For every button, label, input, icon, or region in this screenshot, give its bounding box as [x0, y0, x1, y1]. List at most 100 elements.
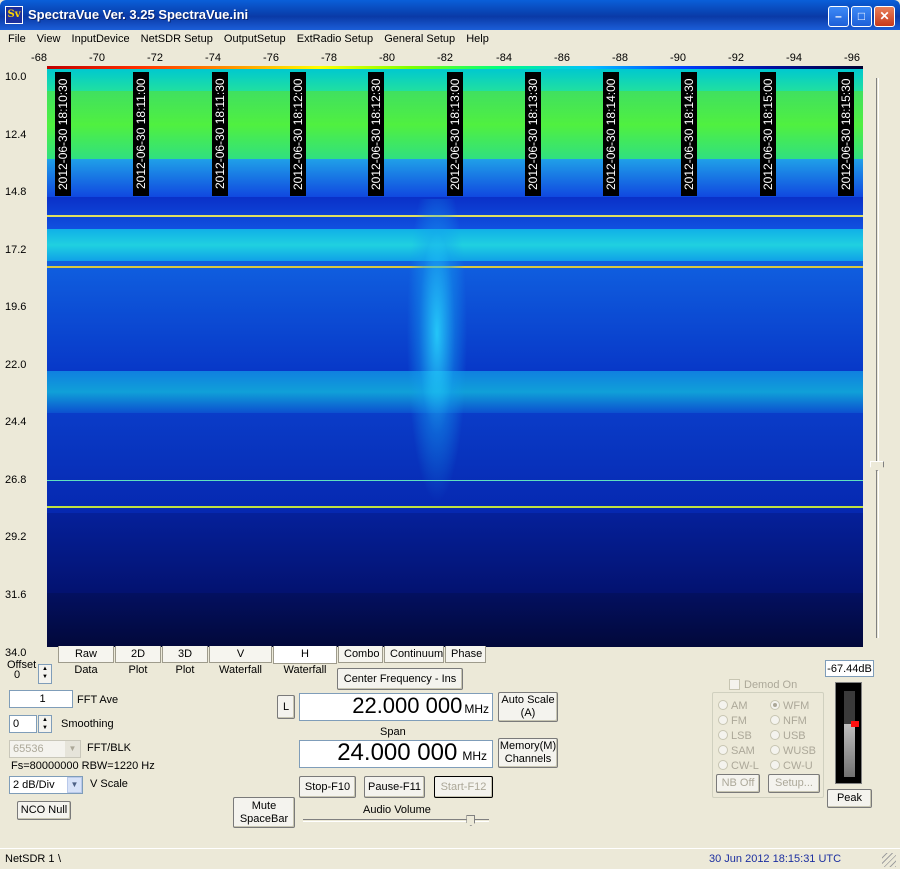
- timestamp-label: 2012-06-30 18:11:00: [133, 72, 150, 196]
- radio-am[interactable]: AM: [718, 700, 748, 712]
- meter-peak-marker: [851, 720, 859, 727]
- radio-nfm[interactable]: NFM: [770, 715, 807, 727]
- span-label: Span: [380, 726, 406, 738]
- radio-label: SAM: [731, 745, 755, 757]
- timestamp-label: 2012-06-30 18:12:30: [368, 72, 385, 196]
- tab-3d-plot[interactable]: 3D Plot: [162, 646, 208, 676]
- time-tick-label: 10.0: [5, 71, 27, 83]
- time-tick-label: 29.2: [5, 531, 27, 543]
- l-button[interactable]: L: [277, 695, 295, 719]
- radio-cw-l[interactable]: CW-L: [718, 760, 759, 772]
- center-frequency-display[interactable]: 22.000 000 MHz: [299, 693, 493, 721]
- menu-bar: File View InputDevice NetSDR Setup Outpu…: [0, 30, 900, 50]
- freq-tick-label: -88: [612, 52, 628, 64]
- signal-meter: [835, 682, 862, 784]
- fft-ave-field[interactable]: 1: [9, 690, 73, 708]
- menu-outputsetup[interactable]: OutputSetup: [224, 30, 286, 49]
- tab-raw-data[interactable]: Raw Data: [58, 646, 114, 676]
- freq-tick-label: -78: [321, 52, 337, 64]
- status-device: NetSDR 1: [5, 853, 55, 865]
- maximize-button[interactable]: □: [851, 6, 872, 27]
- waterfall-display[interactable]: 2012-06-30 18:10:30 2012-06-30 18:11:00 20…: [47, 69, 863, 647]
- smoothing-spinner[interactable]: ▲ ▼: [38, 715, 52, 733]
- radio-label: NFM: [783, 715, 807, 727]
- mute-button[interactable]: Mute SpaceBar: [233, 797, 295, 828]
- demod-on-checkbox[interactable]: [729, 679, 740, 690]
- radio-label: LSB: [731, 730, 752, 742]
- minimize-button[interactable]: –: [828, 6, 849, 27]
- span-display[interactable]: 24.000 000 MHz: [299, 740, 493, 768]
- nb-off-button[interactable]: NB Off: [716, 774, 760, 793]
- pause-button[interactable]: Pause-F11: [364, 776, 425, 798]
- level-slider[interactable]: [870, 78, 884, 638]
- radio-circle-icon: [718, 730, 728, 740]
- center-frequency-value: 22.000 000: [352, 693, 463, 718]
- freq-tick-label: -68: [31, 52, 47, 64]
- vscale-label: V Scale: [90, 778, 128, 790]
- menu-extradio-setup[interactable]: ExtRadio Setup: [297, 30, 373, 49]
- smoothing-field[interactable]: 0: [9, 715, 37, 733]
- meter-track: [844, 691, 855, 777]
- peak-button[interactable]: Peak: [827, 789, 872, 808]
- timestamp-label: 2012-06-30 18:12:00: [289, 72, 306, 196]
- radio-wfm[interactable]: WFM: [770, 700, 809, 712]
- radio-label: AM: [731, 700, 748, 712]
- freq-tick-label: -96: [844, 52, 860, 64]
- radio-circle-icon: [718, 760, 728, 770]
- menu-help[interactable]: Help: [466, 30, 489, 49]
- time-tick-label: 14.8: [5, 186, 27, 198]
- demod-on-label: Demod On: [744, 679, 798, 691]
- time-tick-label: 22.0: [5, 358, 27, 371]
- menu-inputdevice[interactable]: InputDevice: [72, 30, 130, 49]
- fs-rbw-text: Fs=80000000 RBW=1220 Hz: [11, 760, 155, 772]
- time-tick-label: 34.0: [5, 647, 27, 659]
- center-frequency-unit: MHz: [464, 702, 489, 716]
- offset-spinner[interactable]: ▲ ▼: [38, 664, 52, 684]
- span-unit: MHz: [462, 749, 487, 763]
- tab-h-waterfall[interactable]: H Waterfall: [273, 646, 337, 676]
- radio-circle-icon: [770, 700, 780, 710]
- radio-sam[interactable]: SAM: [718, 745, 755, 757]
- radio-cw-u[interactable]: CW-U: [770, 760, 813, 772]
- stop-button[interactable]: Stop-F10: [299, 776, 356, 798]
- level-slider-thumb[interactable]: [870, 461, 884, 471]
- freq-tick-label: -82: [437, 52, 453, 64]
- time-tick-label: 26.8: [5, 473, 27, 486]
- freq-tick-label: -70: [89, 52, 105, 64]
- radio-lsb[interactable]: LSB: [718, 730, 752, 742]
- vscale-dropdown-icon[interactable]: ▼: [67, 777, 82, 793]
- fft-blk-dropdown-icon[interactable]: ▼: [65, 741, 80, 757]
- radio-usb[interactable]: USB: [770, 730, 806, 742]
- tab-v-waterfall[interactable]: V Waterfall: [209, 646, 272, 676]
- tab-2d-plot[interactable]: 2D Plot: [115, 646, 161, 676]
- menu-view[interactable]: View: [37, 30, 61, 49]
- audio-volume-track[interactable]: [303, 819, 489, 822]
- menu-file[interactable]: File: [8, 30, 26, 49]
- radio-wusb[interactable]: WUSB: [770, 745, 816, 757]
- memory-channels-button[interactable]: Memory(M) Channels: [498, 738, 558, 768]
- tab-continuum[interactable]: Continuum: [384, 646, 444, 663]
- center-frequency-button[interactable]: Center Frequency - Ins: [337, 668, 463, 690]
- demod-setup-button[interactable]: Setup...: [768, 774, 820, 793]
- close-button[interactable]: ✕: [874, 6, 895, 27]
- freq-tick-label: -74: [205, 52, 221, 64]
- menu-general-setup[interactable]: General Setup: [384, 30, 455, 49]
- resize-grip-icon[interactable]: [882, 853, 896, 867]
- radio-label: CW-L: [731, 760, 759, 772]
- timestamp-label: 2012-06-30 18:15:30: [838, 72, 854, 196]
- offset-value[interactable]: 0: [11, 669, 37, 683]
- radio-label: WUSB: [783, 745, 816, 757]
- nco-null-button[interactable]: NCO Null: [17, 801, 71, 820]
- tab-phase[interactable]: Phase: [445, 646, 486, 663]
- span-value: 24.000 000: [337, 739, 458, 766]
- radio-label: USB: [783, 730, 806, 742]
- app-icon[interactable]: Sv: [5, 6, 23, 24]
- start-button[interactable]: Start-F12: [434, 776, 493, 798]
- meter-reading: -67.44dB: [825, 660, 874, 677]
- tab-combo[interactable]: Combo: [338, 646, 383, 663]
- menu-netsdr-setup[interactable]: NetSDR Setup: [141, 30, 213, 49]
- audio-volume-thumb[interactable]: [466, 815, 476, 826]
- freq-tick-label: -92: [728, 52, 744, 64]
- radio-fm[interactable]: FM: [718, 715, 747, 727]
- auto-scale-button[interactable]: Auto Scale (A): [498, 692, 558, 722]
